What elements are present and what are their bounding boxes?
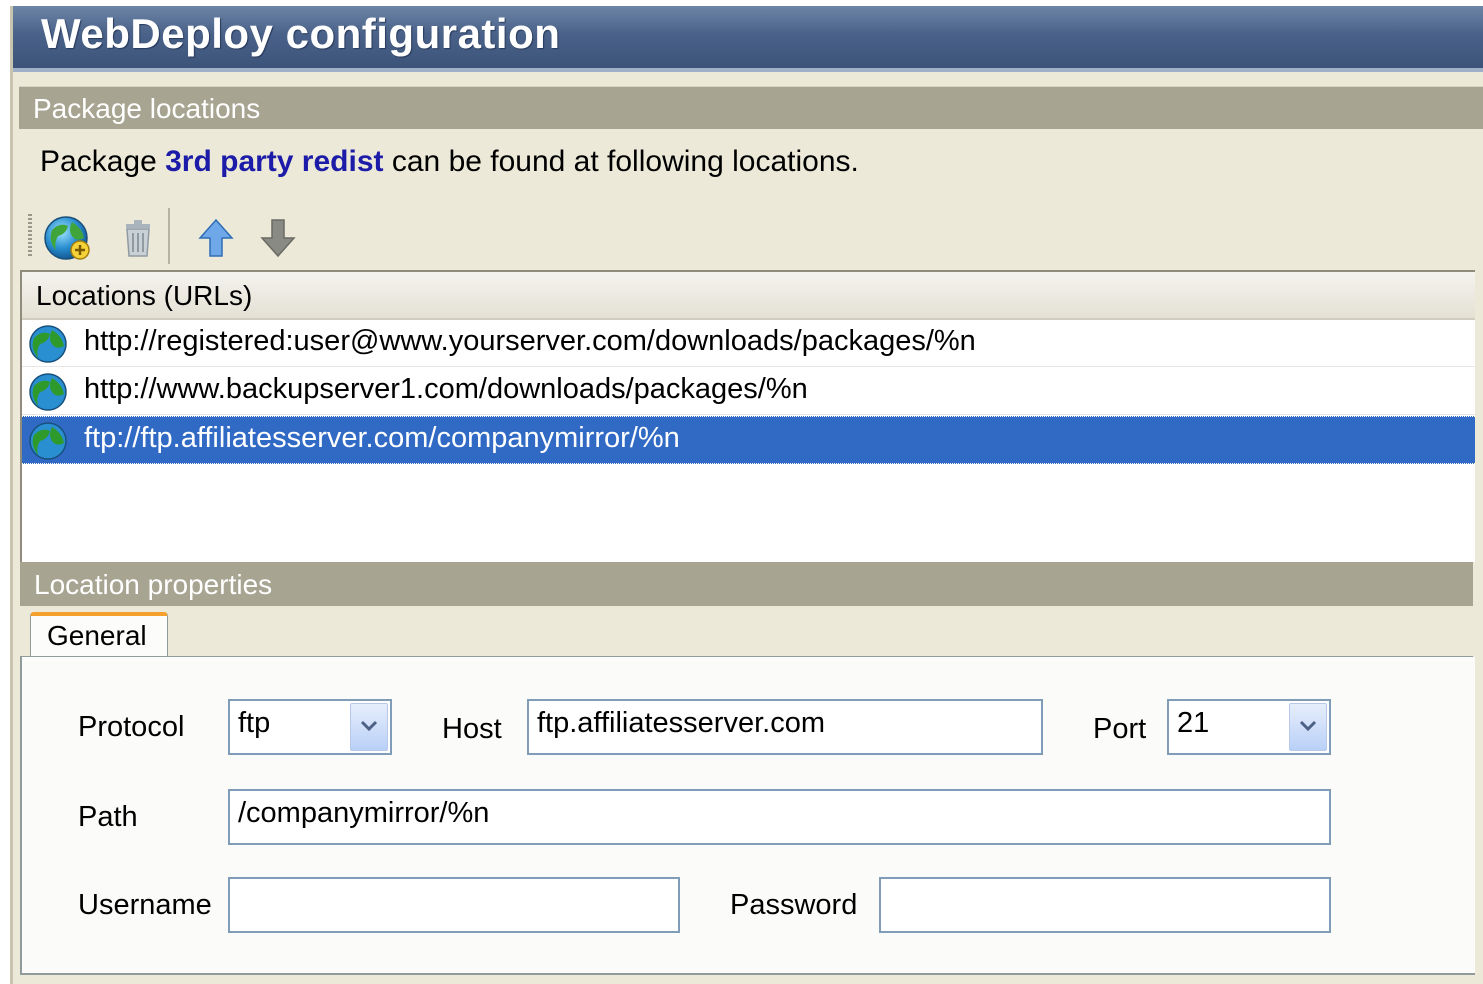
password-label: Password (730, 889, 858, 921)
protocol-select[interactable]: ftp (228, 699, 392, 755)
window-title: WebDeploy configuration (41, 10, 561, 57)
path-label: Path (78, 801, 138, 833)
locations-column-header[interactable]: Locations (URLs) (22, 272, 1475, 320)
globe-icon (29, 373, 67, 411)
chevron-down-icon (360, 720, 378, 732)
username-input[interactable] (228, 877, 680, 933)
host-value: ftp.affiliatesserver.com (537, 707, 825, 739)
globe-icon (29, 422, 67, 460)
description-prefix: Package (40, 145, 157, 178)
general-tab-panel: Protocol ftp Host ftp.affiliatesserver.c… (20, 657, 1475, 975)
tab-general[interactable]: General (30, 612, 168, 660)
move-down-button[interactable] (252, 212, 304, 264)
package-locations-header-label: Package locations (33, 93, 261, 124)
add-location-icon (44, 216, 90, 260)
password-input[interactable] (879, 877, 1331, 933)
protocol-label: Protocol (78, 711, 185, 743)
port-select[interactable]: 21 (1167, 699, 1331, 755)
host-input[interactable]: ftp.affiliatesserver.com (527, 699, 1043, 755)
package-name: 3rd party redist (165, 145, 384, 178)
description-suffix: can be found at following locations. (391, 145, 859, 178)
username-label: Username (78, 889, 212, 921)
path-value: /companymirror/%n (238, 797, 490, 829)
globe-icon (29, 325, 67, 363)
location-properties-header: Location properties (20, 562, 1473, 606)
package-locations-header: Package locations (19, 86, 1483, 129)
location-row[interactable]: http://www.backupserver1.com/downloads/p… (22, 368, 1475, 415)
toolbar-separator (168, 208, 170, 264)
location-row[interactable]: http://registered:user@www.yourserver.co… (22, 320, 1475, 367)
location-url: http://registered:user@www.yourserver.co… (84, 325, 976, 357)
location-url: ftp://ftp.affiliatesserver.com/companymi… (84, 422, 680, 454)
locations-toolbar (20, 204, 1473, 270)
move-up-icon (198, 218, 234, 257)
move-down-icon (260, 219, 296, 258)
host-label: Host (442, 713, 502, 745)
add-location-button[interactable] (42, 212, 94, 264)
port-value: 21 (1177, 707, 1210, 739)
protocol-dropdown-button[interactable] (350, 703, 388, 751)
path-input[interactable]: /companymirror/%n (228, 789, 1331, 845)
locations-list[interactable]: Locations (URLs) http://registered:user@… (20, 270, 1475, 562)
protocol-value: ftp (238, 707, 271, 739)
title-bar: WebDeploy configuration (13, 6, 1483, 72)
port-dropdown-button[interactable] (1289, 703, 1327, 751)
tab-general-label: General (47, 620, 147, 651)
location-properties-header-label: Location properties (34, 569, 273, 600)
properties-tabbar: General (20, 606, 1473, 660)
move-up-button[interactable] (190, 212, 242, 264)
toolbar-grip[interactable] (28, 214, 32, 258)
port-label: Port (1093, 713, 1147, 745)
chevron-down-icon (1299, 720, 1317, 732)
package-description: Package 3rd party redist can be found at… (40, 145, 859, 179)
locations-column-header-label: Locations (URLs) (36, 280, 253, 311)
delete-location-button[interactable] (112, 212, 164, 264)
location-row-selected[interactable]: ftp://ftp.affiliatesserver.com/companymi… (22, 416, 1475, 464)
delete-icon (126, 220, 150, 257)
location-url: http://www.backupserver1.com/downloads/p… (84, 373, 808, 405)
